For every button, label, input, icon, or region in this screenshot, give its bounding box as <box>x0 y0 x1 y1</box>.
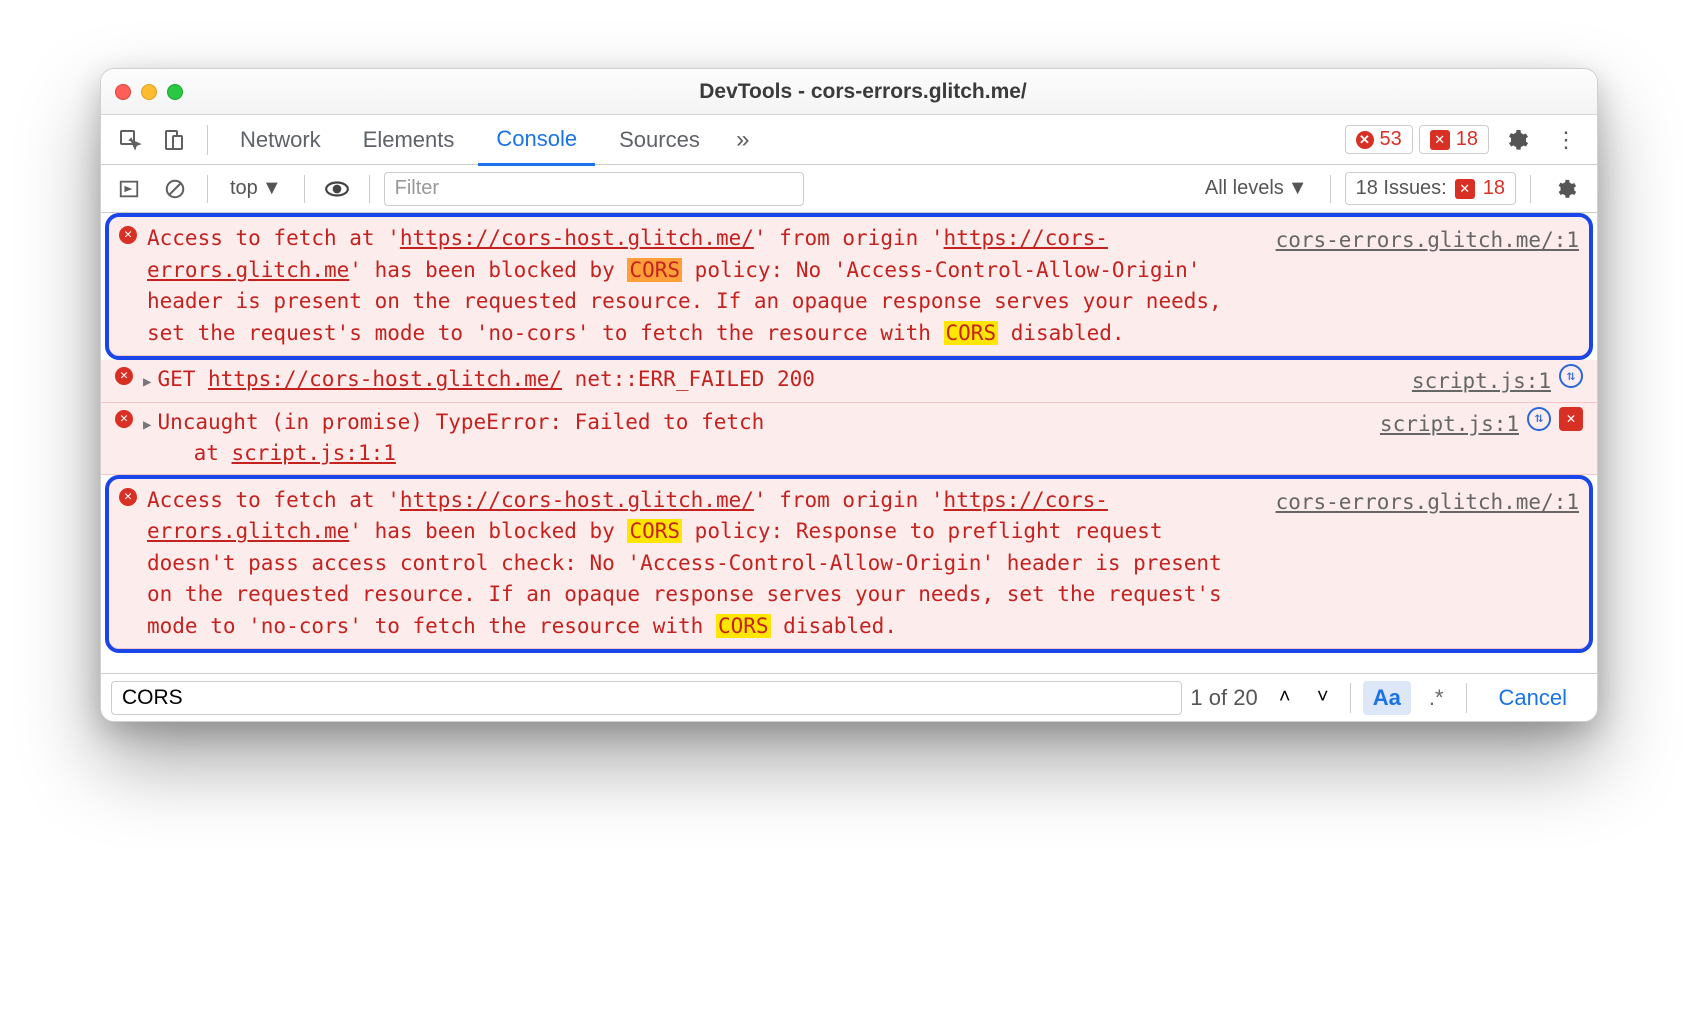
source-link[interactable]: cors-errors.glitch.me/:1 <box>1276 485 1579 519</box>
console-error-entry[interactable]: ✕ Access to fetch at 'https://cors-host.… <box>109 479 1589 650</box>
issue-icon: ✕ <box>1430 130 1450 150</box>
error-message: Access to fetch at 'https://cors-host.gl… <box>147 223 1256 349</box>
log-levels-selector[interactable]: All levels ▼ <box>1197 174 1316 203</box>
toggle-sidebar-icon[interactable] <box>111 171 147 207</box>
error-icon: ✕ <box>115 367 133 385</box>
window-title: DevTools - cors-errors.glitch.me/ <box>203 80 1583 104</box>
chevron-down-icon: ▼ <box>262 177 282 200</box>
error-message: ▶Uncaught (in promise) TypeError: Failed… <box>143 407 1360 470</box>
tab-console[interactable]: Console <box>478 116 595 166</box>
main-tabs-row: Network Elements Console Sources » ✕ 53 … <box>101 115 1597 165</box>
issue-icon: ✕ <box>1455 179 1475 199</box>
minimize-window-button[interactable] <box>141 84 157 100</box>
search-input[interactable] <box>111 681 1182 715</box>
context-selector[interactable]: top ▼ <box>222 174 290 203</box>
console-toolbar: top ▼ Filter All levels ▼ 18 Issues: ✕ 1… <box>101 165 1597 213</box>
console-error-entry[interactable]: ✕ Access to fetch at 'https://cors-host.… <box>109 217 1589 356</box>
error-icon: ✕ <box>1356 131 1374 149</box>
search-highlight: CORS <box>627 519 682 543</box>
cancel-search-button[interactable]: Cancel <box>1479 681 1587 715</box>
console-error-entry[interactable]: ✕ ▶Uncaught (in promise) TypeError: Fail… <box>101 403 1597 475</box>
titlebar: DevTools - cors-errors.glitch.me/ <box>101 69 1597 115</box>
prev-match-button[interactable]: ˄ <box>1270 686 1300 709</box>
error-count: 53 <box>1380 128 1402 151</box>
context-label: top <box>230 177 258 200</box>
clear-console-icon[interactable] <box>157 171 193 207</box>
expand-icon[interactable]: ▶ <box>143 417 151 433</box>
console-settings-icon[interactable] <box>1545 178 1587 200</box>
filter-placeholder: Filter <box>395 177 439 200</box>
separator <box>1466 683 1467 713</box>
replay-xhr-icon[interactable]: ⇅ <box>1559 364 1583 388</box>
issues-label: 18 Issues: <box>1356 177 1447 200</box>
window-controls <box>115 84 183 100</box>
console-error-entry[interactable]: ✕ ▶GET https://cors-host.glitch.me/ net:… <box>101 360 1597 403</box>
match-case-toggle[interactable]: Aa <box>1363 681 1411 715</box>
close-window-button[interactable] <box>115 84 131 100</box>
console-output: ✕ Access to fetch at 'https://cors-host.… <box>101 217 1597 673</box>
issue-count: 18 <box>1456 128 1478 151</box>
maximize-window-button[interactable] <box>167 84 183 100</box>
console-blank-row <box>101 653 1597 673</box>
search-highlight-current: CORS <box>627 258 682 282</box>
live-expression-icon[interactable] <box>319 171 355 207</box>
search-highlight: CORS <box>944 321 999 345</box>
search-bar: 1 of 20 ˄ ˅ Aa .* Cancel <box>101 673 1597 721</box>
more-tabs-icon[interactable]: » <box>724 121 762 159</box>
separator <box>1350 683 1351 713</box>
separator <box>1530 175 1531 203</box>
separator <box>369 175 370 203</box>
error-message: Access to fetch at 'https://cors-host.gl… <box>147 485 1256 643</box>
error-icon: ✕ <box>119 226 137 244</box>
error-icon: ✕ <box>119 488 137 506</box>
separator <box>1330 175 1331 203</box>
separator <box>304 175 305 203</box>
tab-elements[interactable]: Elements <box>345 117 473 163</box>
next-match-button[interactable]: ˅ <box>1308 686 1338 709</box>
error-icon: ✕ <box>115 410 133 428</box>
search-match-count: 1 of 20 <box>1190 685 1257 711</box>
levels-label: All levels <box>1205 177 1284 200</box>
expand-icon[interactable]: ▶ <box>143 374 151 390</box>
devtools-window: DevTools - cors-errors.glitch.me/ Networ… <box>100 68 1598 722</box>
issues-count: 18 <box>1483 177 1505 200</box>
issues-button[interactable]: 18 Issues: ✕ 18 <box>1345 172 1516 205</box>
more-options-icon[interactable]: ⋮ <box>1545 127 1587 153</box>
tab-network[interactable]: Network <box>222 117 339 163</box>
source-link[interactable]: cors-errors.glitch.me/:1 <box>1276 223 1579 257</box>
error-message: ▶GET https://cors-host.glitch.me/ net::E… <box>143 364 1392 396</box>
chevron-down-icon: ▼ <box>1288 177 1308 200</box>
separator <box>207 175 208 203</box>
source-link[interactable]: script.js:1 <box>1412 364 1551 398</box>
replay-xhr-icon[interactable]: ⇅ <box>1527 407 1551 431</box>
filter-input[interactable]: Filter <box>384 172 804 206</box>
settings-icon[interactable] <box>1495 128 1539 152</box>
tab-sources[interactable]: Sources <box>601 117 718 163</box>
search-highlight: CORS <box>716 614 771 638</box>
inspect-element-icon[interactable] <box>111 121 149 159</box>
source-link[interactable]: script.js:1 <box>1380 407 1519 441</box>
issue-link-icon[interactable]: ✕ <box>1559 407 1583 431</box>
error-count-badge[interactable]: ✕ 53 <box>1345 125 1413 154</box>
device-toolbar-icon[interactable] <box>155 121 193 159</box>
separator <box>207 125 208 155</box>
issue-count-badge[interactable]: ✕ 18 <box>1419 125 1489 154</box>
regex-toggle[interactable]: .* <box>1419 681 1454 715</box>
